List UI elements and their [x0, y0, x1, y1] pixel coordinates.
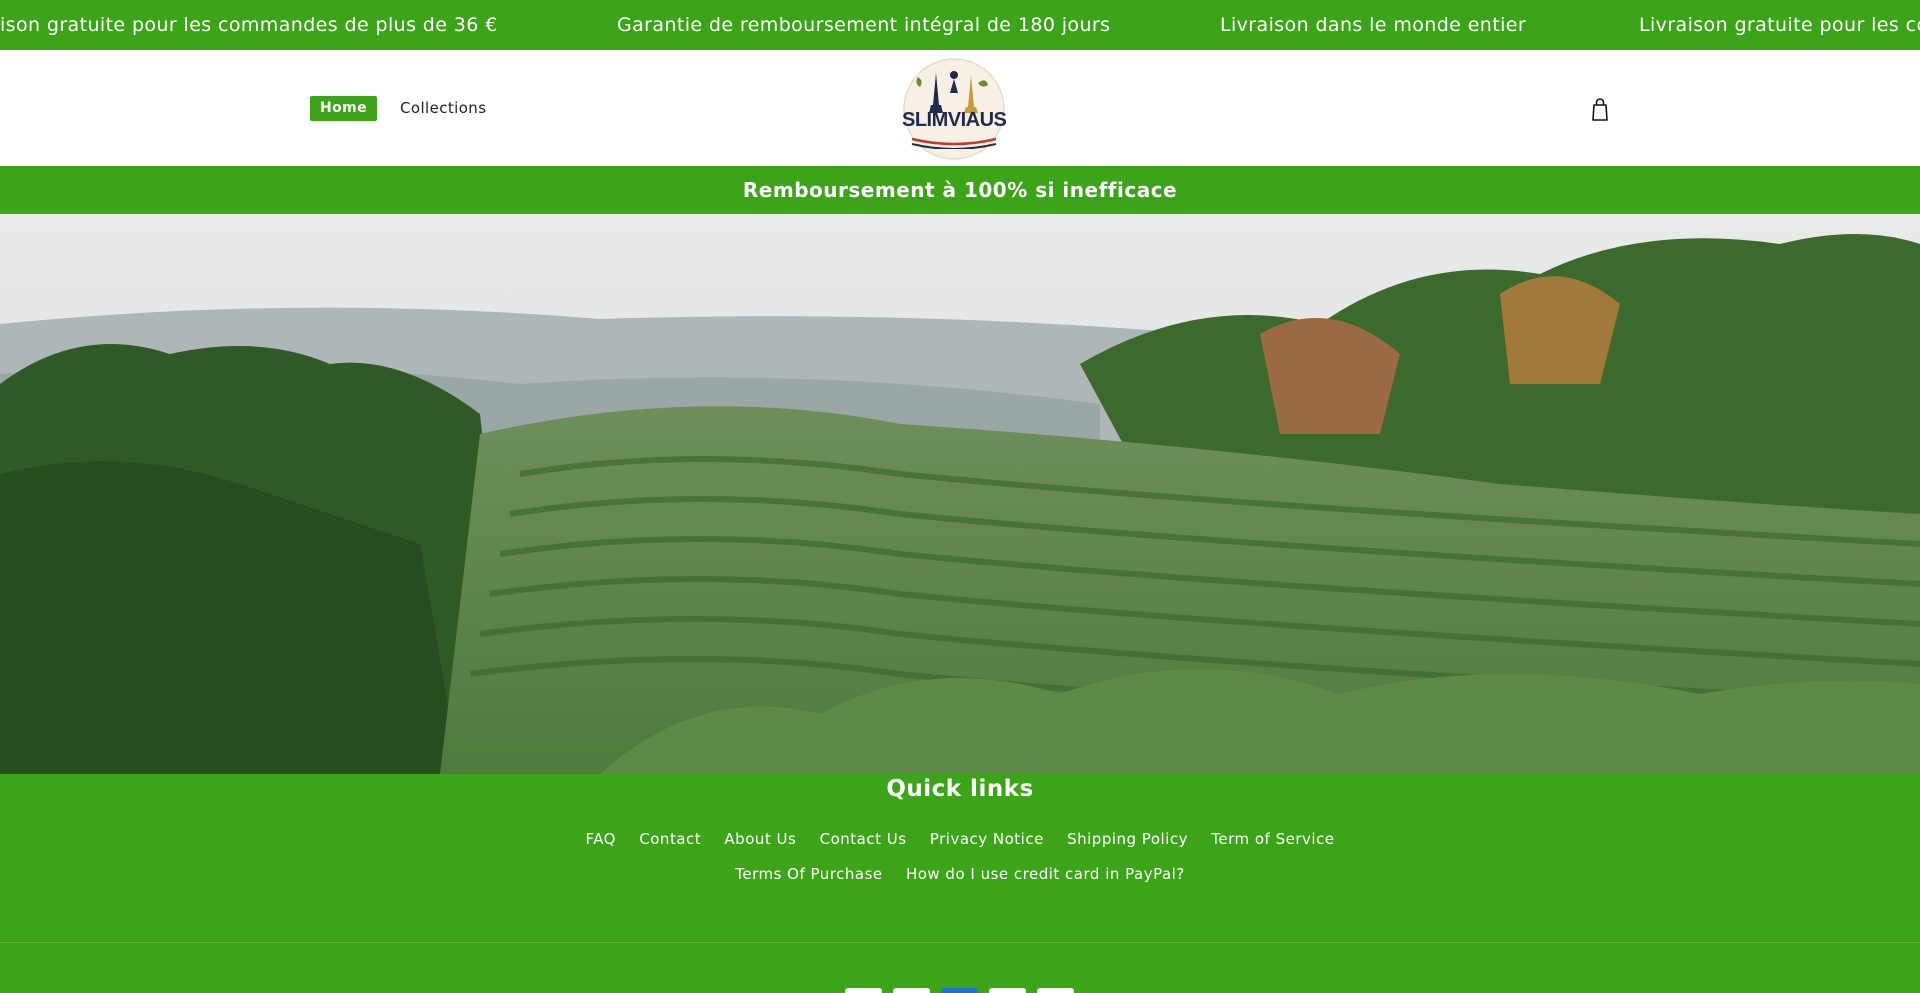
site-footer: Quick links FAQ Contact About Us Contact… [0, 774, 1920, 993]
footer-link-contact-us[interactable]: Contact Us [820, 830, 907, 848]
site-header: Home Collections SLIMVIAUS [0, 50, 1920, 166]
footer-link-term-of-service[interactable]: Term of Service [1211, 830, 1334, 848]
footer-link-privacy-notice[interactable]: Privacy Notice [930, 830, 1044, 848]
announcement-item: Livraison gratuite pour les co [1639, 14, 1920, 36]
hero-image [0, 214, 1920, 774]
nav-home-link[interactable]: Home [310, 96, 378, 121]
payment-card-icon [845, 988, 882, 993]
announcement-item: ison gratuite pour les commandes de plus… [0, 14, 498, 36]
announcement-bar: ison gratuite pour les commandes de plus… [0, 0, 1920, 50]
quick-links-row: Terms Of Purchase How do I use credit ca… [0, 865, 1920, 883]
footer-link-shipping-policy[interactable]: Shipping Policy [1067, 830, 1188, 848]
site-logo[interactable]: SLIMVIAUS [902, 57, 1007, 161]
shopping-bag-icon[interactable] [1585, 94, 1615, 124]
footer-link-faq[interactable]: FAQ [585, 830, 616, 848]
payment-card-icon [1037, 988, 1074, 993]
guarantee-banner: Remboursement à 100% si inefficace [0, 166, 1920, 214]
amex-icon [941, 988, 978, 993]
payment-card-icon [989, 988, 1026, 993]
logo-text: SLIMVIAUS [902, 109, 1007, 131]
nav-collections-link[interactable]: Collections [400, 96, 486, 121]
announcement-item: Livraison dans le monde entier [1220, 14, 1527, 36]
announcement-item: Garantie de remboursement intégral de 18… [617, 14, 1111, 36]
footer-link-contact[interactable]: Contact [639, 830, 701, 848]
quick-links-row: FAQ Contact About Us Contact Us Privacy … [0, 830, 1920, 848]
footer-link-terms-of-purchase[interactable]: Terms Of Purchase [735, 865, 882, 883]
payment-card-icon [893, 988, 930, 993]
footer-link-paypal-help[interactable]: How do I use credit card in PayPal? [906, 865, 1185, 883]
footer-divider [0, 942, 1920, 943]
guarantee-text: Remboursement à 100% si inefficace [742, 178, 1178, 202]
footer-link-about-us[interactable]: About Us [724, 830, 796, 848]
quick-links-title: Quick links [886, 776, 1034, 802]
